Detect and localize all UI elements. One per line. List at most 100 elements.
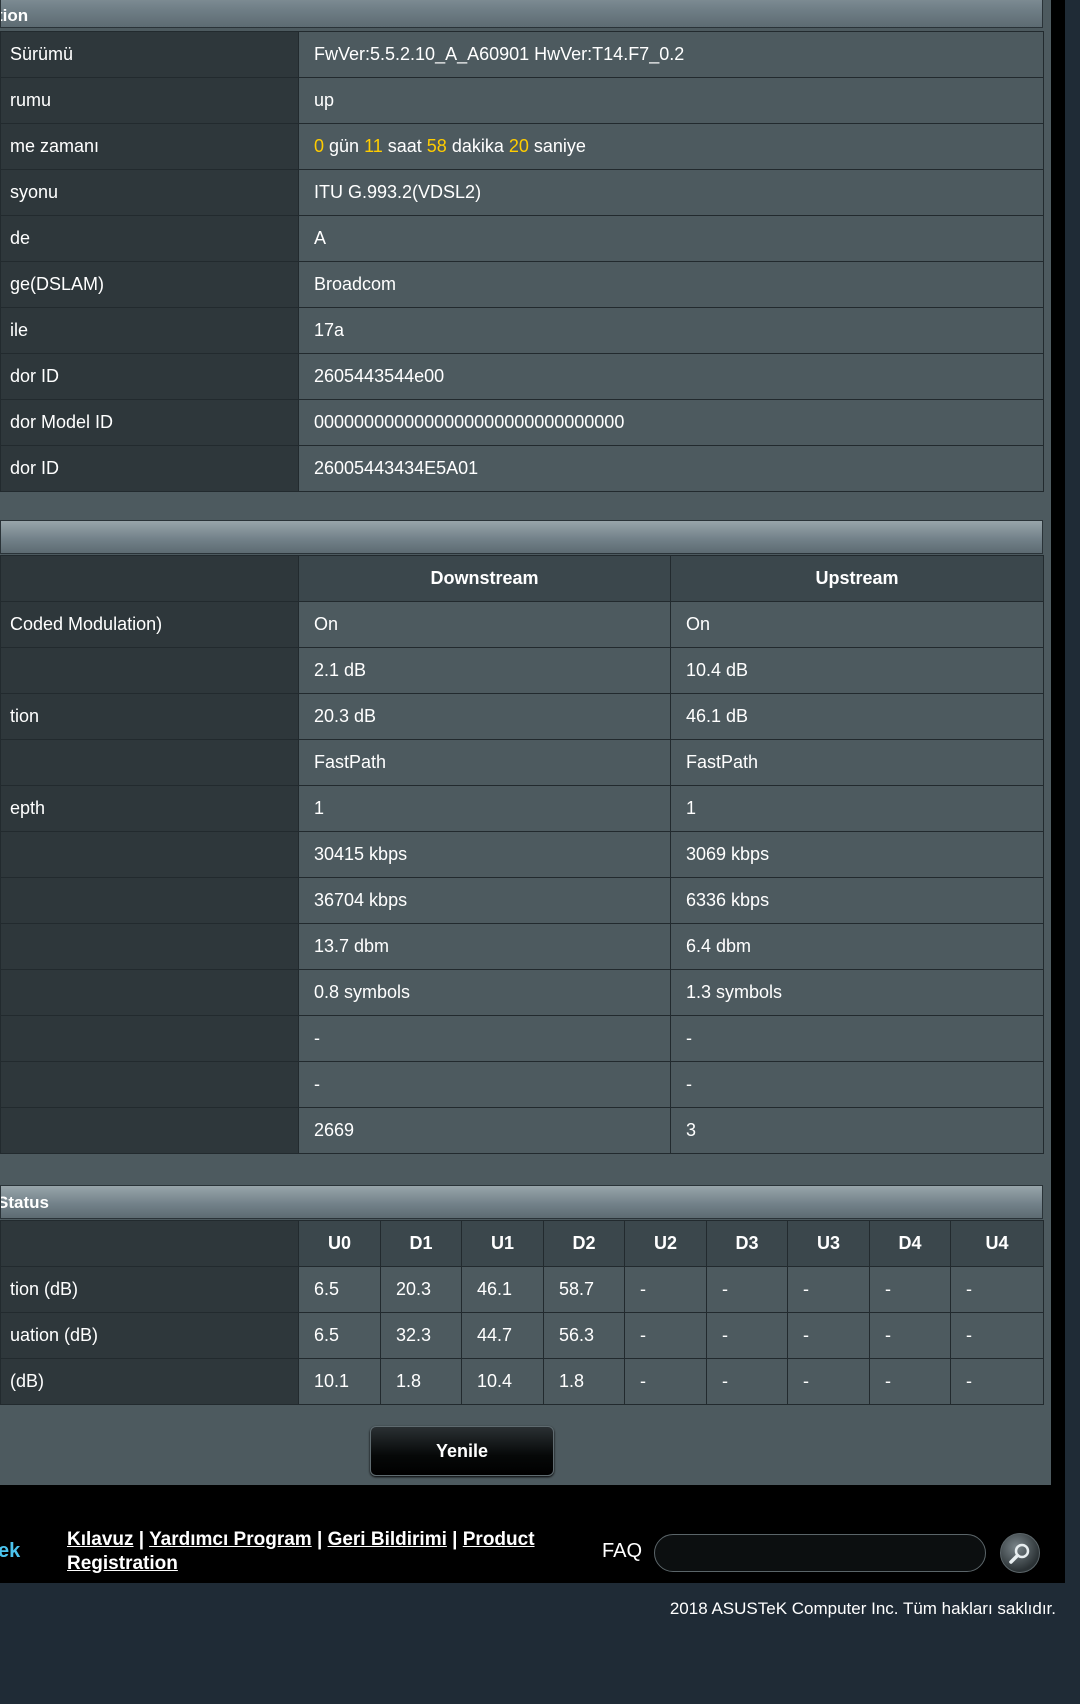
band-value: 46.1 <box>461 1266 544 1313</box>
downstream-value: FastPath <box>298 739 671 786</box>
uptime-seconds-unit: saniye <box>528 136 586 156</box>
line-row-label-cell <box>0 1107 299 1154</box>
line-header-empty <box>0 555 299 602</box>
upstream-value: FastPath <box>670 739 1044 786</box>
line-row-label: tion <box>10 706 40 726</box>
line-row-label-cell <box>0 923 299 970</box>
line-row: Coded Modulation) On On <box>0 601 1044 648</box>
band-header-u1: U1 <box>461 1220 544 1267</box>
downstream-value: 36704 kbps <box>298 877 671 924</box>
band-value: 20.3 <box>380 1266 462 1313</box>
footer-link-manual[interactable]: Kılavuz <box>67 1529 134 1550</box>
downstream-value: 13.7 dbm <box>298 923 671 970</box>
line-row-label-cell <box>0 877 299 924</box>
upstream-value: 1 <box>670 785 1044 832</box>
band-value: 10.4 <box>461 1358 544 1405</box>
info-row-label: dor ID <box>10 458 60 478</box>
uptime-hours-unit: saat <box>382 136 427 156</box>
footer-link-feedback[interactable]: Geri Bildirimi <box>328 1529 447 1550</box>
downstream-value: 1 <box>298 785 671 832</box>
band-row: uation (dB) 6.5 32.3 44.7 56.3- - - - - <box>0 1312 1044 1359</box>
band-value: - <box>869 1266 951 1313</box>
band-value: - <box>950 1358 1044 1405</box>
line-row-label: epth <box>10 798 46 818</box>
band-value: - <box>706 1312 788 1359</box>
status-section-title-text: Status <box>0 1193 49 1212</box>
info-section-title-text: tion <box>0 6 29 25</box>
line-row-label-cell: Coded Modulation) <box>0 601 299 648</box>
info-row: ile 17a <box>0 307 1044 354</box>
band-row-label: (dB) <box>10 1371 45 1391</box>
info-row: dor ID 26005443434E5A01 <box>0 445 1044 492</box>
band-value: 44.7 <box>461 1312 544 1359</box>
upstream-value: 6.4 dbm <box>670 923 1044 970</box>
band-row: (dB) 10.1 1.8 10.4 1.8- - - - - <box>0 1358 1044 1405</box>
band-value: 10.1 <box>298 1358 381 1405</box>
downstream-value: - <box>298 1061 671 1108</box>
band-value: - <box>624 1312 707 1359</box>
band-value: - <box>787 1312 870 1359</box>
uptime-days: 0 <box>314 136 325 156</box>
band-row-label-cell: tion (dB) <box>0 1266 299 1313</box>
downstream-value: 20.3 dB <box>298 693 671 740</box>
info-row-label: ge(DSLAM) <box>10 274 105 294</box>
info-row: dor Model ID 0000000000000000000000000000… <box>0 399 1044 446</box>
info-row: dor ID 2605443544e00 <box>0 353 1044 400</box>
band-value: - <box>787 1358 870 1405</box>
line-row: 2669 3 <box>0 1107 1044 1154</box>
band-value: - <box>950 1266 1044 1313</box>
info-row-label: dor Model ID <box>10 412 114 432</box>
band-header-u0: U0 <box>298 1220 381 1267</box>
uptime-seconds: 20 <box>508 136 529 156</box>
band-row-label: uation (dB) <box>10 1325 99 1345</box>
band-value: 1.8 <box>380 1358 462 1405</box>
band-header-d1: D1 <box>380 1220 462 1267</box>
info-row-label-cell: rumu <box>0 77 299 124</box>
info-row-label-cell: de <box>0 215 299 262</box>
band-value: - <box>624 1358 707 1405</box>
downstream-value: 30415 kbps <box>298 831 671 878</box>
band-value: - <box>869 1358 951 1405</box>
footer-link-utility[interactable]: Yardımcı Program <box>149 1529 312 1550</box>
line-row: -- <box>0 1061 1044 1108</box>
info-row-label: syonu <box>10 182 59 202</box>
line-row: -- <box>0 1015 1044 1062</box>
upstream-value: 3069 kbps <box>670 831 1044 878</box>
faq-search-button[interactable] <box>1000 1533 1040 1573</box>
band-value: 6.5 <box>298 1312 381 1359</box>
band-header-u2: U2 <box>624 1220 707 1267</box>
line-section-title <box>0 520 1043 554</box>
info-row-value: Broadcom <box>298 261 1044 308</box>
upstream-value: 6336 kbps <box>670 877 1044 924</box>
upstream-value: 1.3 symbols <box>670 969 1044 1016</box>
footer-separator: | <box>446 1529 463 1550</box>
upstream-value: 46.1 dB <box>670 693 1044 740</box>
downstream-value: On <box>298 601 671 648</box>
line-row-label-cell: tion <box>0 693 299 740</box>
line-row-label-cell <box>0 1061 299 1108</box>
info-section-title: tion <box>0 0 1043 28</box>
band-value: - <box>950 1312 1044 1359</box>
upstream-value: 3 <box>670 1107 1044 1154</box>
refresh-button[interactable]: Yenile <box>370 1426 554 1476</box>
info-row-label: dor ID <box>10 366 60 386</box>
info-row: de A <box>0 215 1044 262</box>
info-row-label: me zamanı <box>10 136 100 156</box>
info-row: me zamanı 0 gün 11 saat 58 dakika 20 sani… <box>0 123 1044 170</box>
band-row: tion (dB) 6.5 20.3 46.1 58.7- - - - - <box>0 1266 1044 1313</box>
info-row-label-cell: dor ID <box>0 353 299 400</box>
info-row-label: rumu <box>10 90 52 110</box>
uptime-hours: 11 <box>364 136 383 156</box>
line-row: FastPath FastPath <box>0 739 1044 786</box>
copyright-text: 2018 ASUSTeK Computer Inc. Tüm hakları s… <box>669 1599 1056 1618</box>
faq-search-input[interactable] <box>654 1534 986 1572</box>
info-row-label: ile <box>10 320 29 340</box>
band-table: U0 D1 U1 D2 U2 D3 U3 D4 U4 tion (dB) 6.5 20.3 46.1 5… <box>0 1220 1044 1405</box>
info-row: rumu up <box>0 77 1044 124</box>
upstream-header: Upstream <box>670 555 1044 602</box>
info-row-label-cell: ge(DSLAM) <box>0 261 299 308</box>
line-row-label: Coded Modulation) <box>10 614 163 634</box>
upstream-value: On <box>670 601 1044 648</box>
line-row: 2.1 dB 10.4 dB <box>0 647 1044 694</box>
downstream-value: - <box>298 1015 671 1062</box>
